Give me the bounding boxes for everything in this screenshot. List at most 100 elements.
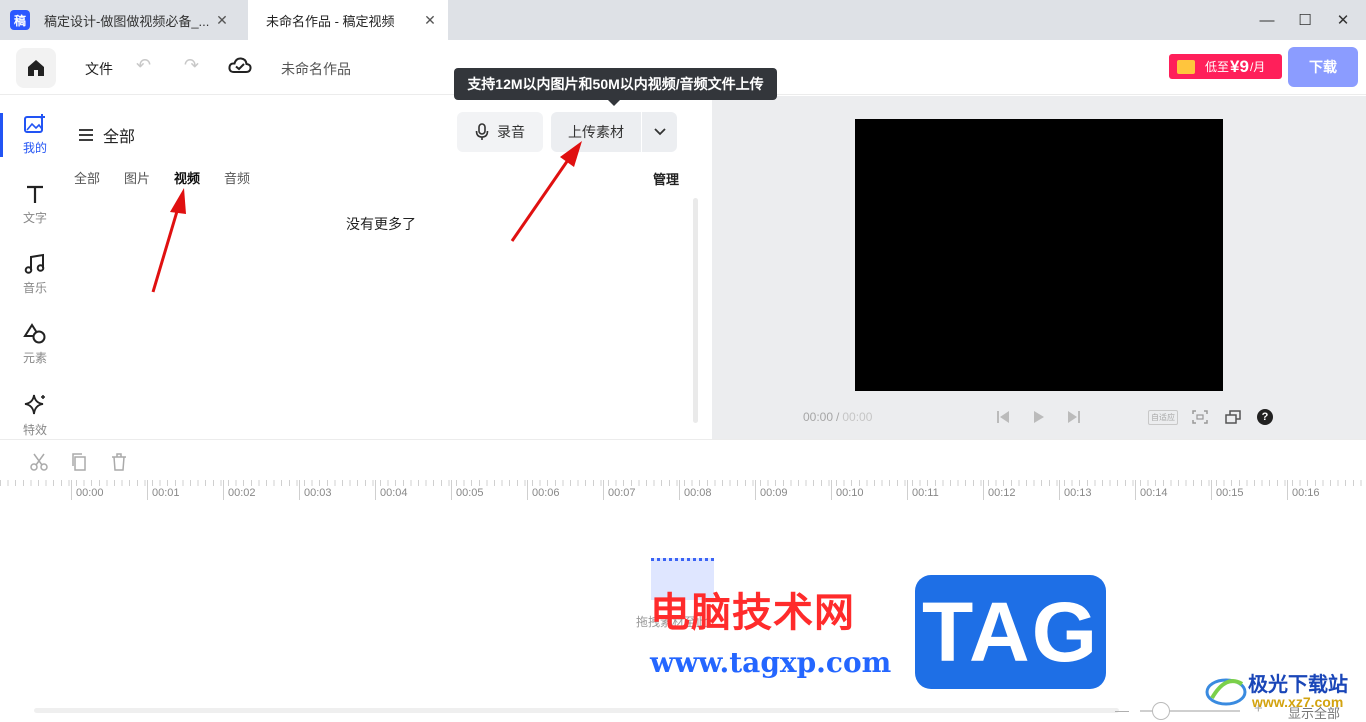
watermark-logo-en: www.xz7.com <box>1252 694 1344 710</box>
upload-tooltip: 支持12M以内图片和50M以内视频/音频文件上传 <box>454 68 777 106</box>
close-tab-icon[interactable]: ✕ <box>422 12 438 29</box>
elements-icon <box>23 323 46 344</box>
vip-price: ¥9 <box>1230 56 1249 76</box>
microphone-icon <box>475 123 489 140</box>
download-button[interactable]: 下载 <box>1288 47 1358 87</box>
filter-tab-image[interactable]: 图片 <box>124 168 150 187</box>
undo-icon[interactable]: ↶ <box>136 55 158 77</box>
file-menu[interactable]: 文件 <box>85 59 113 79</box>
upload-button[interactable]: 上传素材 <box>551 112 641 152</box>
filter-tab-all[interactable]: 全部 <box>74 168 100 187</box>
ruler-tick-label: 00:02 <box>223 480 283 500</box>
total-time: 00:00 <box>842 410 873 424</box>
nav-label: 文字 <box>22 211 47 225</box>
home-button[interactable] <box>16 48 56 88</box>
watermark-xz7-logo: 极光下载站 www.xz7.com <box>1204 662 1364 718</box>
timeline-scrollbar[interactable] <box>34 708 1119 713</box>
vip-suffix: /月 <box>1249 60 1266 74</box>
minimize-icon[interactable]: — <box>1250 0 1284 40</box>
nav-label: 音乐 <box>22 281 47 295</box>
ruler-tick-label: 00:01 <box>147 480 207 500</box>
filter-tab-audio[interactable]: 音频 <box>224 168 250 187</box>
ruler-tick-label: 00:05 <box>451 480 511 500</box>
ruler-tick-label: 00:07 <box>603 480 663 500</box>
effects-icon <box>24 394 45 415</box>
music-icon <box>24 253 45 274</box>
watermark-url: www.tagxp.com <box>650 646 892 679</box>
skip-back-icon[interactable] <box>994 408 1012 426</box>
ruler-tick-label: 00:06 <box>527 480 587 500</box>
playback-timecode: 00:00/00:00 <box>803 410 872 424</box>
ruler-tick-label: 00:14 <box>1135 480 1195 500</box>
nav-label: 我的 <box>22 141 47 155</box>
watermark-tag-logo: TAG <box>915 575 1106 689</box>
ruler-tick-label: 00:15 <box>1211 480 1271 500</box>
ruler-tick-label: 00:04 <box>375 480 435 500</box>
copy-icon[interactable] <box>69 452 89 472</box>
maximize-icon[interactable]: ☐ <box>1288 0 1322 40</box>
play-icon[interactable] <box>1030 408 1048 426</box>
title-bar: 稿 稿定设计-做图做视频必备_... ✕ 未命名作品 - 稿定视频 ✕ — ☐ … <box>0 0 1366 40</box>
gift-icon <box>1177 59 1195 74</box>
help-icon[interactable]: ? <box>1257 409 1273 425</box>
ruler-tick-label: 00:09 <box>755 480 815 500</box>
browser-tab-design[interactable]: 稿 稿定设计-做图做视频必备_... ✕ <box>0 0 240 40</box>
category-title: 全部 <box>103 129 136 146</box>
ruler-tick-label: 00:11 <box>907 480 967 500</box>
nav-item-music[interactable]: 音乐 <box>0 253 70 313</box>
text-icon <box>27 185 43 203</box>
nav-item-my[interactable]: 我的 <box>0 113 70 173</box>
nav-label: 特效 <box>22 423 47 437</box>
my-assets-icon <box>24 114 45 133</box>
close-window-icon[interactable]: ✕ <box>1326 0 1360 40</box>
skip-forward-icon[interactable] <box>1065 408 1083 426</box>
preview-area: 00:00/00:00 自适应 ? <box>712 96 1366 439</box>
ruler-tick-label: 00:00 <box>71 480 131 500</box>
menu-icon <box>79 129 93 141</box>
redo-icon[interactable]: ↷ <box>184 55 206 77</box>
asset-panel: 全部 录音 上传素材 全部 图片 视频 音频 管理 没有更多了 <box>70 96 712 439</box>
ruler-tick-label: 00:13 <box>1059 480 1119 500</box>
zoom-slider-handle[interactable] <box>1152 702 1170 720</box>
aurora-logo-icon <box>1205 678 1247 706</box>
ruler-tick-label: 00:08 <box>679 480 739 500</box>
record-label: 录音 <box>497 124 525 140</box>
tab-title: 未命名作品 - 稿定视频 <box>266 13 395 29</box>
time-separator: / <box>836 410 840 424</box>
pip-icon[interactable] <box>1224 408 1242 426</box>
empty-list-text: 没有更多了 <box>346 216 416 232</box>
ruler-tick-label: 00:12 <box>983 480 1043 500</box>
watermark-logo-cn: 极光下载站 <box>1248 674 1348 696</box>
record-button[interactable]: 录音 <box>457 112 543 152</box>
category-dropdown[interactable]: 全部 <box>79 123 135 147</box>
browser-tab-video[interactable]: 未命名作品 - 稿定视频 ✕ <box>248 0 448 40</box>
fullscreen-icon[interactable] <box>1191 408 1209 426</box>
ruler-tick-label: 00:10 <box>831 480 891 500</box>
close-tab-icon[interactable]: ✕ <box>214 12 230 29</box>
filter-tab-video[interactable]: 视频 <box>174 168 200 187</box>
work-title[interactable]: 未命名作品 <box>281 59 351 79</box>
cloud-save-icon[interactable] <box>228 55 252 77</box>
home-icon <box>28 60 44 76</box>
vip-promo-badge[interactable]: 低至 ¥9 /月 <box>1169 54 1282 79</box>
vip-prefix: 低至 <box>1205 60 1230 74</box>
nav-label: 元素 <box>22 351 47 365</box>
time-ruler[interactable]: 00:00 00:01 00:02 00:03 00:04 00:05 00:06 00:07… <box>0 480 1366 500</box>
watermark-site-name: 电脑技术网 <box>650 589 855 636</box>
nav-item-text[interactable]: 文字 <box>0 183 70 243</box>
ruler-tick-label: 00:03 <box>299 480 359 500</box>
video-canvas[interactable] <box>855 119 1223 391</box>
trash-icon[interactable] <box>109 452 129 472</box>
tab-title: 稿定设计-做图做视频必备_... <box>44 13 210 29</box>
current-time: 00:00 <box>803 410 834 424</box>
app-logo-icon: 稿 <box>10 10 30 30</box>
scissors-icon[interactable] <box>29 452 49 472</box>
upload-options-button[interactable] <box>642 112 677 152</box>
upload-button-group: 上传素材 <box>551 112 677 152</box>
nav-item-elements[interactable]: 元素 <box>0 323 70 383</box>
fit-mode-button[interactable]: 自适应 <box>1148 410 1178 425</box>
zoom-out-icon[interactable]: — <box>1115 702 1129 718</box>
ruler-tick-label: 00:16 <box>1287 480 1347 500</box>
panel-scrollbar[interactable] <box>693 198 698 423</box>
manage-button[interactable]: 管理 <box>653 169 679 188</box>
